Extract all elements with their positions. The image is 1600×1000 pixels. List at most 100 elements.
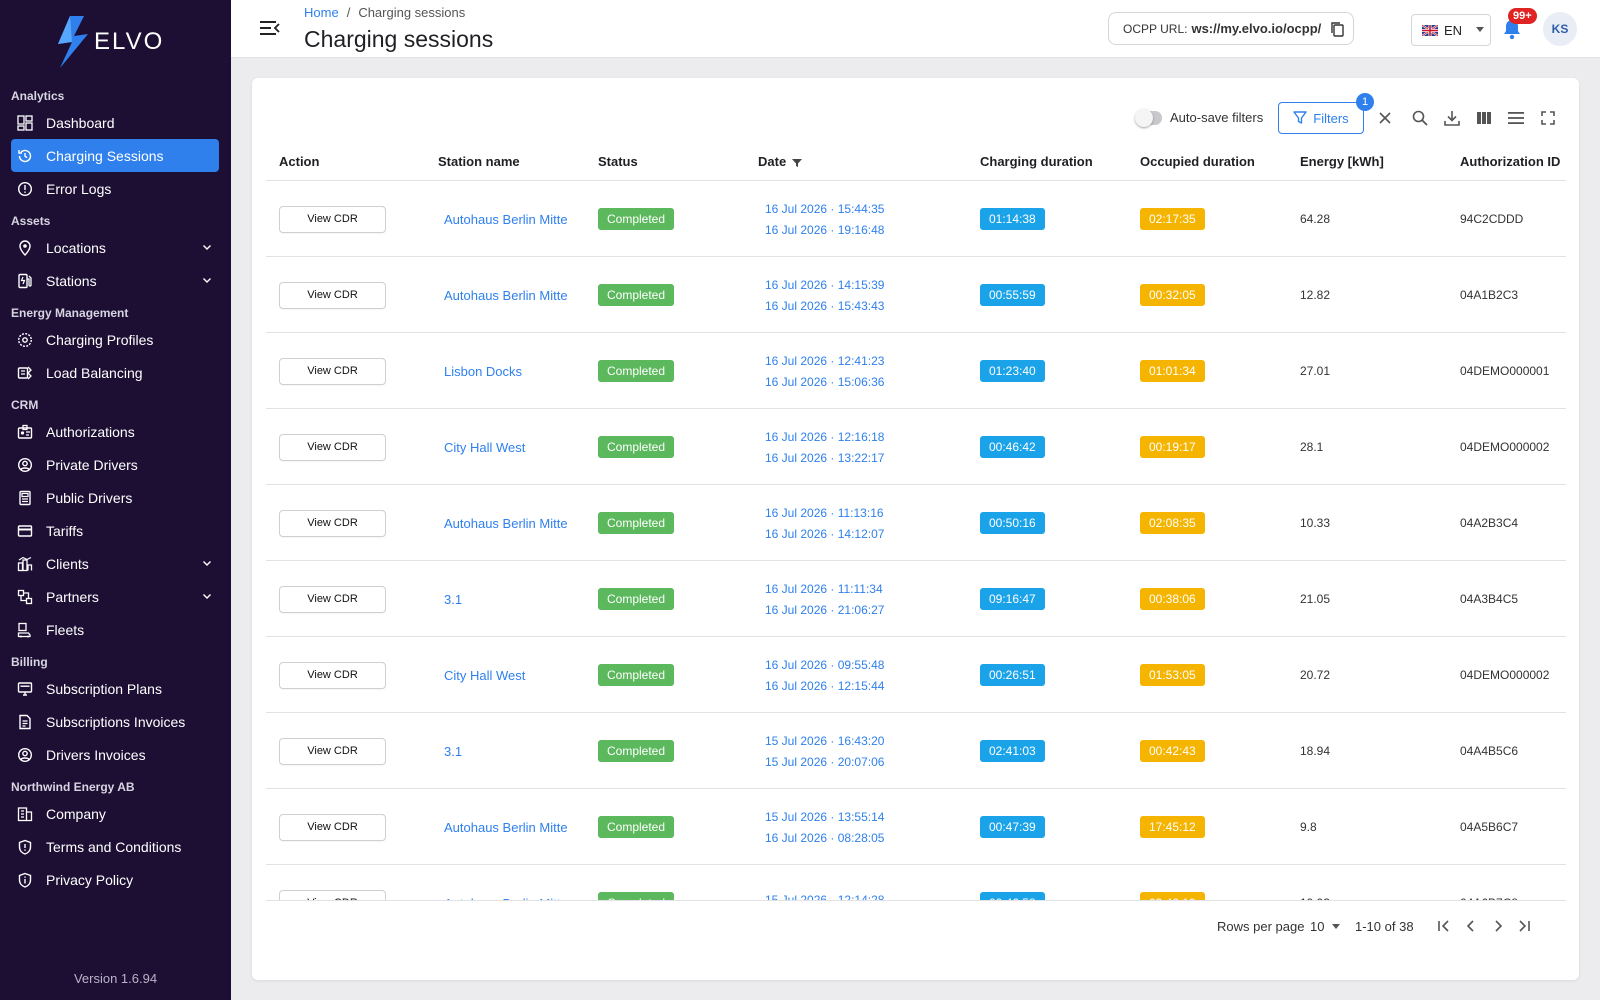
previous-page-icon[interactable] (1463, 918, 1479, 934)
sidebar-item-terms[interactable]: Terms and Conditions (11, 830, 219, 863)
session-start[interactable]: 16 Jul 2026 · 12:16:18 (765, 430, 884, 444)
column-header-occupied[interactable]: Occupied duration (1140, 154, 1255, 169)
chevron-down-icon[interactable] (201, 590, 213, 602)
menu-collapse-icon[interactable] (260, 19, 280, 37)
cell-station: City Hall West (444, 409, 525, 485)
view-cdr-button[interactable]: View CDR (279, 585, 386, 613)
rows-per-page-select[interactable]: 10 (1310, 919, 1341, 934)
sidebar-item-privacy[interactable]: Privacy Policy (11, 863, 219, 896)
sidebar-item-dashboard[interactable]: Dashboard (11, 106, 219, 139)
column-header-auth[interactable]: Authorization ID (1460, 154, 1560, 169)
view-cdr-button[interactable]: View CDR (279, 889, 386, 900)
sidebar-item-clients[interactable]: Clients (11, 547, 219, 580)
session-start[interactable]: 16 Jul 2026 · 11:11:34 (765, 582, 884, 596)
authorization-id: 04A4B5C6 (1460, 744, 1519, 758)
sidebar-item-drivers-invoices[interactable]: Drivers Invoices (11, 738, 219, 771)
sidebar-item-charging-sessions[interactable]: Charging Sessions (11, 139, 219, 172)
session-start[interactable]: 15 Jul 2026 · 13:55:14 (765, 810, 884, 824)
sidebar-item-charging-profiles[interactable]: Charging Profiles (11, 323, 219, 356)
station-link[interactable]: 3.1 (444, 744, 462, 759)
column-filter-icon[interactable] (792, 158, 803, 168)
sidebar-item-label: Terms and Conditions (46, 838, 182, 855)
last-page-icon[interactable] (1516, 918, 1532, 934)
session-start[interactable]: 16 Jul 2026 · 15:44:35 (765, 202, 884, 216)
pagination-range: 1-10 of 38 (1355, 919, 1414, 934)
sidebar-item-fleets[interactable]: Fleets (11, 613, 219, 646)
sidebar-item-locations[interactable]: Locations (11, 231, 219, 264)
chevron-down-icon[interactable] (201, 557, 213, 569)
view-cdr-button[interactable]: View CDR (279, 661, 386, 689)
sidebar-item-private-drivers[interactable]: Private Drivers (11, 448, 219, 481)
station-link[interactable]: 3.1 (444, 592, 462, 607)
breadcrumb-home[interactable]: Home (304, 5, 339, 20)
copy-icon[interactable] (1329, 21, 1345, 37)
sidebar-item-label: Stations (46, 272, 97, 289)
session-start[interactable]: 16 Jul 2026 · 12:41:23 (765, 354, 884, 368)
sidebar-item-subscriptions-invoices[interactable]: Subscriptions Invoices (11, 705, 219, 738)
station-link[interactable]: Autohaus Berlin Mitte (444, 212, 568, 227)
session-end[interactable]: 16 Jul 2026 · 15:06:36 (765, 375, 884, 389)
view-cdr-button[interactable]: View CDR (279, 357, 386, 385)
filters-button[interactable]: Filters (1278, 102, 1364, 134)
station-link[interactable]: Lisbon Docks (444, 364, 522, 379)
cell-auth: 04A3B4C5 (1460, 561, 1518, 637)
sidebar-item-partners[interactable]: Partners (11, 580, 219, 613)
sidebar-item-company[interactable]: Company (11, 797, 219, 830)
session-end[interactable]: 16 Jul 2026 · 12:15:44 (765, 679, 884, 693)
session-end[interactable]: 15 Jul 2026 · 20:07:06 (765, 755, 884, 769)
session-start[interactable]: 16 Jul 2026 · 09:55:48 (765, 658, 884, 672)
session-end[interactable]: 16 Jul 2026 · 19:16:48 (765, 223, 884, 237)
clear-filters-icon[interactable] (1376, 109, 1394, 127)
user-avatar[interactable]: KS (1543, 12, 1577, 46)
session-start[interactable]: 15 Jul 2026 · 12:14:28 (765, 893, 884, 901)
station-link[interactable]: Autohaus Berlin Mitte (444, 820, 568, 835)
network-icon (17, 589, 33, 605)
sidebar-item-stations[interactable]: Stations (11, 264, 219, 297)
column-header-date[interactable]: Date (758, 154, 803, 169)
sidebar-item-public-drivers[interactable]: Public Drivers (11, 481, 219, 514)
view-cdr-button[interactable]: View CDR (279, 281, 386, 309)
station-link[interactable]: Autohaus Berlin Mitte (444, 516, 568, 531)
station-link[interactable]: City Hall West (444, 668, 525, 683)
column-header-status[interactable]: Status (598, 154, 638, 169)
chevron-down-icon[interactable] (201, 241, 213, 253)
sidebar-item-load-balancing[interactable]: Load Balancing (11, 356, 219, 389)
column-header-station[interactable]: Station name (438, 154, 520, 169)
view-cdr-button[interactable]: View CDR (279, 509, 386, 537)
location-pin-icon (17, 239, 33, 256)
view-cdr-button[interactable]: View CDR (279, 433, 386, 461)
session-end[interactable]: 16 Jul 2026 · 08:28:05 (765, 831, 884, 845)
view-cdr-button[interactable]: View CDR (279, 737, 386, 765)
session-end[interactable]: 16 Jul 2026 · 14:12:07 (765, 527, 884, 541)
search-icon[interactable] (1411, 109, 1429, 127)
session-end[interactable]: 16 Jul 2026 · 13:22:17 (765, 451, 884, 465)
columns-icon[interactable] (1475, 109, 1493, 127)
charging-duration-badge: 00:26:51 (980, 664, 1045, 686)
fullscreen-icon[interactable] (1539, 109, 1557, 127)
first-page-icon[interactable] (1436, 918, 1452, 934)
session-end[interactable]: 16 Jul 2026 · 21:06:27 (765, 603, 884, 617)
session-start[interactable]: 16 Jul 2026 · 11:13:16 (765, 506, 884, 520)
column-header-energy[interactable]: Energy [kWh] (1300, 154, 1384, 169)
sidebar-item-error-logs[interactable]: Error Logs (11, 172, 219, 205)
sidebar-item-tariffs[interactable]: Tariffs (11, 514, 219, 547)
next-page-icon[interactable] (1490, 918, 1506, 934)
session-start[interactable]: 15 Jul 2026 · 16:43:20 (765, 734, 884, 748)
column-header-charging[interactable]: Charging duration (980, 154, 1093, 169)
elvo-logo[interactable]: ELVO (56, 16, 164, 68)
session-start[interactable]: 16 Jul 2026 · 14:15:39 (765, 278, 884, 292)
session-end[interactable]: 16 Jul 2026 · 15:43:43 (765, 299, 884, 313)
autosave-toggle[interactable] (1135, 109, 1162, 127)
sidebar-item-authorizations[interactable]: Authorizations (11, 415, 219, 448)
occupied-duration-badge: 00:38:06 (1140, 588, 1205, 610)
language-select[interactable]: EN (1411, 14, 1491, 46)
station-link[interactable]: City Hall West (444, 440, 525, 455)
view-cdr-button[interactable]: View CDR (279, 205, 386, 233)
chevron-down-icon[interactable] (201, 274, 213, 286)
density-icon[interactable] (1507, 109, 1525, 127)
cell-action: View CDR (279, 485, 386, 561)
view-cdr-button[interactable]: View CDR (279, 813, 386, 841)
download-icon[interactable] (1443, 109, 1461, 127)
sidebar-item-subscription-plans[interactable]: Subscription Plans (11, 672, 219, 705)
station-link[interactable]: Autohaus Berlin Mitte (444, 288, 568, 303)
